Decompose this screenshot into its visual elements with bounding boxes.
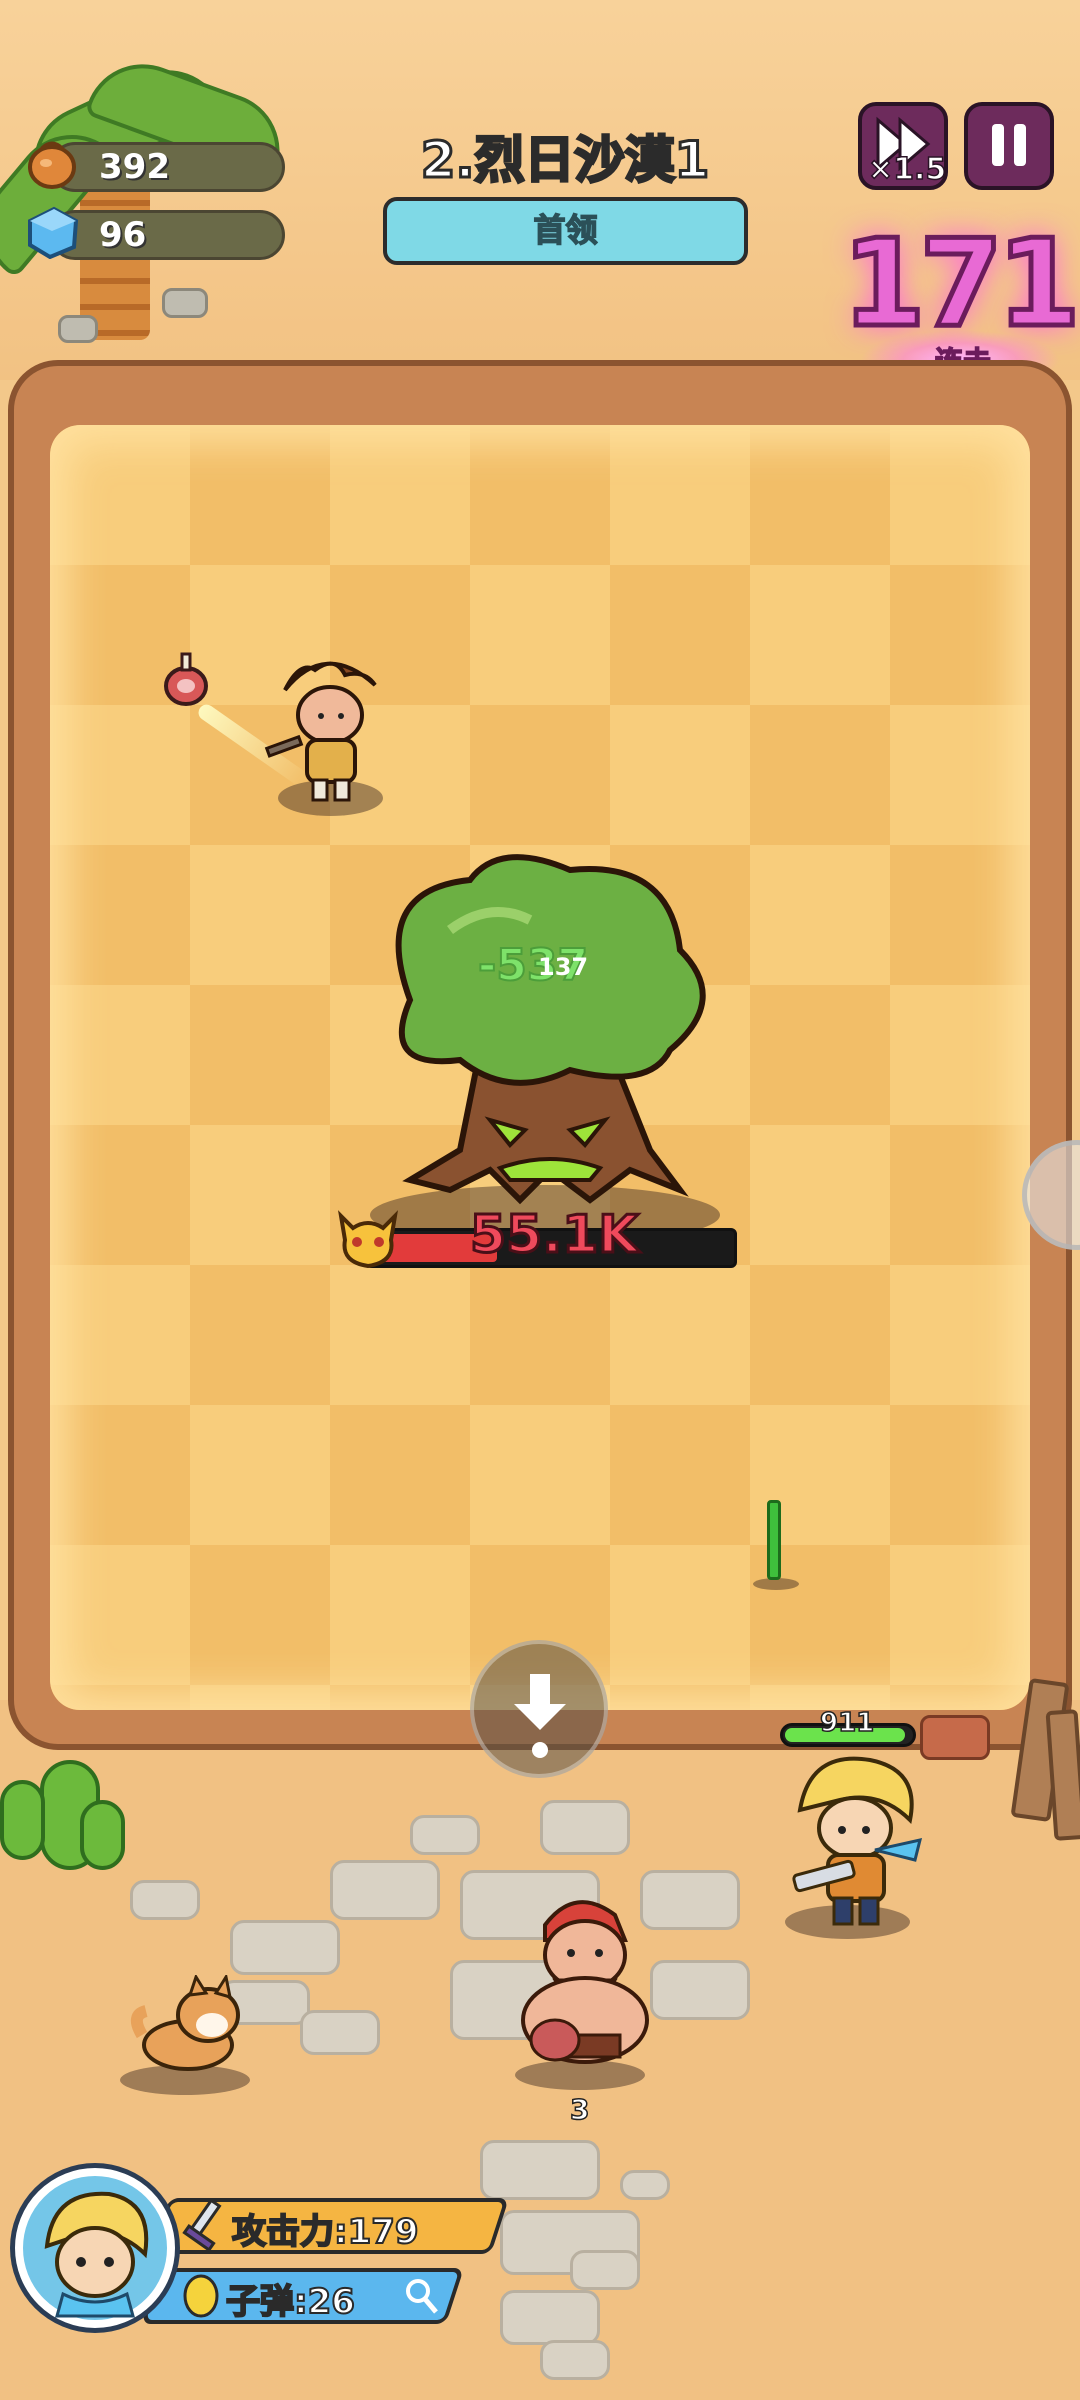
meat-pouch-icon: [28, 141, 76, 189]
ammo-label: 子弹:26: [225, 2281, 356, 2323]
meat-projectile-icon: [164, 652, 208, 706]
arrow-down-icon: [514, 1674, 566, 1758]
bamboo-pickup: [767, 1500, 781, 1580]
sword-icon: [182, 2198, 222, 2252]
pause-button[interactable]: [964, 102, 1054, 190]
food-counter: 392: [50, 142, 285, 192]
gem-value: 96: [99, 215, 147, 255]
combo-count: 171: [840, 213, 1080, 357]
magnifier-icon[interactable]: [402, 2274, 442, 2318]
pause-icon: [992, 124, 1026, 166]
ally-count: 3: [569, 2092, 590, 2127]
speed-label: ×1.5: [867, 151, 947, 188]
strongman-ally: [521, 1900, 649, 2064]
blonde-hero: [792, 1756, 923, 1926]
hero-hp-value: 911: [819, 1707, 875, 1739]
boss-hp-value: 55.1K: [469, 1204, 641, 1267]
gem-counter: 96: [50, 210, 285, 260]
bullet-icon: [183, 2274, 219, 2318]
attack-label: 攻击力:179: [231, 2211, 420, 2253]
ice-cube-icon: [28, 206, 79, 259]
hero-avatar-face: [44, 2191, 149, 2318]
level-title: 2.烈日沙漠1: [419, 130, 711, 191]
hero-avatar[interactable]: [15, 2168, 175, 2328]
caveman-enemy: [264, 661, 377, 802]
drop-button[interactable]: [470, 1640, 608, 1778]
boss-skull-icon: [338, 1210, 398, 1269]
stage-label: 首领: [383, 197, 748, 265]
food-value: 392: [99, 147, 170, 187]
damage-popup-small: 137: [538, 953, 589, 981]
tree-boss: [395, 854, 706, 1205]
shiba-dog-pet: [130, 1975, 240, 2071]
